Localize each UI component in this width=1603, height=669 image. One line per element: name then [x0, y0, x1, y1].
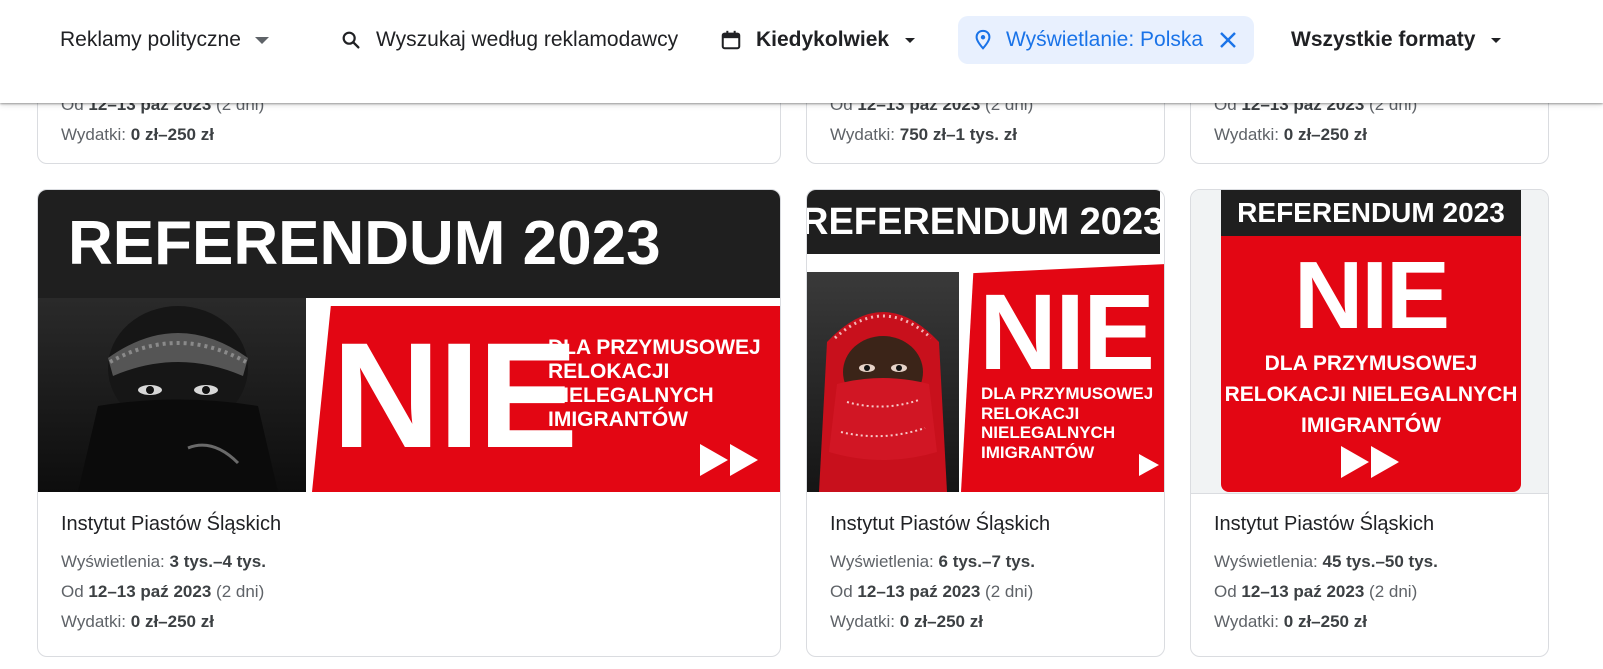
- ad-slogan: DLA PRZYMUSOWEJ RELOKACJI NIELEGALNYCH I…: [1224, 352, 1518, 437]
- ad-slogan: DLA PRZYMUSOWEJ RELOKACJI NIELEGALNYCH I…: [981, 384, 1154, 462]
- ad-headline: REFERENDUM 2023: [1221, 190, 1521, 236]
- advertiser-name[interactable]: Instytut Piastów Śląskich: [1214, 513, 1434, 536]
- ad-card[interactable]: REFERENDUM 2023 NIE DLA PRZYMUSOWEJ RELO…: [806, 189, 1165, 657]
- location-pin-icon: [974, 29, 992, 51]
- date-dropdown[interactable]: Kiedykolwiek: [720, 16, 916, 64]
- search-icon: [340, 29, 362, 51]
- ad-card[interactable]: REFERENDUM 2023 NIE DLA PRZYMUSOWEJ RELO…: [1190, 189, 1549, 657]
- ad-big-word: NIE: [332, 311, 578, 479]
- location-filter-chip[interactable]: Wyświetlanie: Polska: [958, 16, 1254, 64]
- date-label: Kiedykolwiek: [756, 28, 890, 51]
- ad-headline: REFERENDUM 2023: [807, 190, 1164, 254]
- ad-spend: Wydatki: 0 zł–250 zł: [830, 612, 983, 631]
- ad-big-word: NIE: [979, 271, 1155, 392]
- ad-photo: [38, 298, 306, 492]
- chevron-down-icon: [254, 36, 269, 44]
- close-icon[interactable]: [1219, 31, 1237, 49]
- play-arrows-icon: [700, 444, 758, 476]
- ad-spend: Wydatki: 750 zł–1 tys. zł: [830, 125, 1017, 144]
- ad-dates: Od 12–13 paź 2023 (2 dni): [830, 582, 1034, 601]
- advertiser-name[interactable]: Instytut Piastów Śląskich: [61, 513, 281, 536]
- play-arrows-icon: [1139, 454, 1159, 476]
- ad-image[interactable]: REFERENDUM 2023 NIE DLA PRZYMUSOWEJ RELO…: [807, 190, 1164, 492]
- ad-dates: Od 12–13 paź 2023 (2 dni): [61, 582, 265, 601]
- ad-dates: Od 12–13 paź 2023 (2 dni): [1214, 582, 1418, 601]
- ad-red-panel: NIE DLA PRZYMUSOWEJ RELOKACJI NIELEGALNY…: [961, 264, 1164, 492]
- ad-spend: Wydatki: 0 zł–250 zł: [61, 125, 214, 144]
- ad-spend: Wydatki: 0 zł–250 zł: [1214, 612, 1367, 631]
- play-arrows-icon: [1341, 446, 1399, 478]
- advertiser-search[interactable]: Wyszukaj według reklamodawcy: [340, 16, 678, 64]
- chevron-down-icon: [905, 37, 916, 43]
- ad-square: REFERENDUM 2023 NIE DLA PRZYMUSOWEJ RELO…: [1221, 190, 1521, 492]
- category-label: Reklamy polityczne: [60, 28, 241, 51]
- calendar-icon: [720, 29, 742, 51]
- format-dropdown[interactable]: Wszystkie formaty: [1291, 16, 1502, 64]
- ad-spend: Wydatki: 0 zł–250 zł: [61, 612, 214, 631]
- ad-card[interactable]: REFERENDUM 2023 NIE DLA PRZYMUSOWEJ RELO…: [37, 189, 781, 657]
- search-input[interactable]: Wyszukaj według reklamodawcy: [376, 28, 678, 52]
- ad-image[interactable]: REFERENDUM 2023 NIE DLA PRZYMUSOWEJ RELO…: [1191, 190, 1548, 494]
- ad-big-word: NIE: [1293, 242, 1450, 349]
- advertiser-name[interactable]: Instytut Piastów Śląskich: [830, 513, 1050, 536]
- chevron-down-icon: [1491, 37, 1502, 43]
- ad-impressions: Wyświetlenia: 6 tys.–7 tys.: [830, 552, 1035, 571]
- ad-slogan: DLA PRZYMUSOWEJ RELOKACJI NIELEGALNYCH I…: [548, 336, 761, 432]
- location-label: Wyświetlanie: Polska: [1006, 28, 1204, 51]
- filter-bar: Reklamy polityczne Wyszukaj według rekla…: [0, 0, 1603, 103]
- ad-red-panel: NIE DLA PRZYMUSOWEJ RELOKACJI NIELEGALNY…: [312, 306, 780, 492]
- format-label: Wszystkie formaty: [1291, 28, 1476, 51]
- category-dropdown[interactable]: Reklamy polityczne: [60, 16, 269, 64]
- ad-photo: [807, 272, 959, 492]
- ad-image[interactable]: REFERENDUM 2023 NIE DLA PRZYMUSOWEJ RELO…: [38, 190, 780, 492]
- ad-headline: REFERENDUM 2023: [38, 190, 780, 298]
- ad-spend: Wydatki: 0 zł–250 zł: [1214, 125, 1367, 144]
- ad-impressions: Wyświetlenia: 45 tys.–50 tys.: [1214, 552, 1438, 571]
- ad-impressions: Wyświetlenia: 3 tys.–4 tys.: [61, 552, 266, 571]
